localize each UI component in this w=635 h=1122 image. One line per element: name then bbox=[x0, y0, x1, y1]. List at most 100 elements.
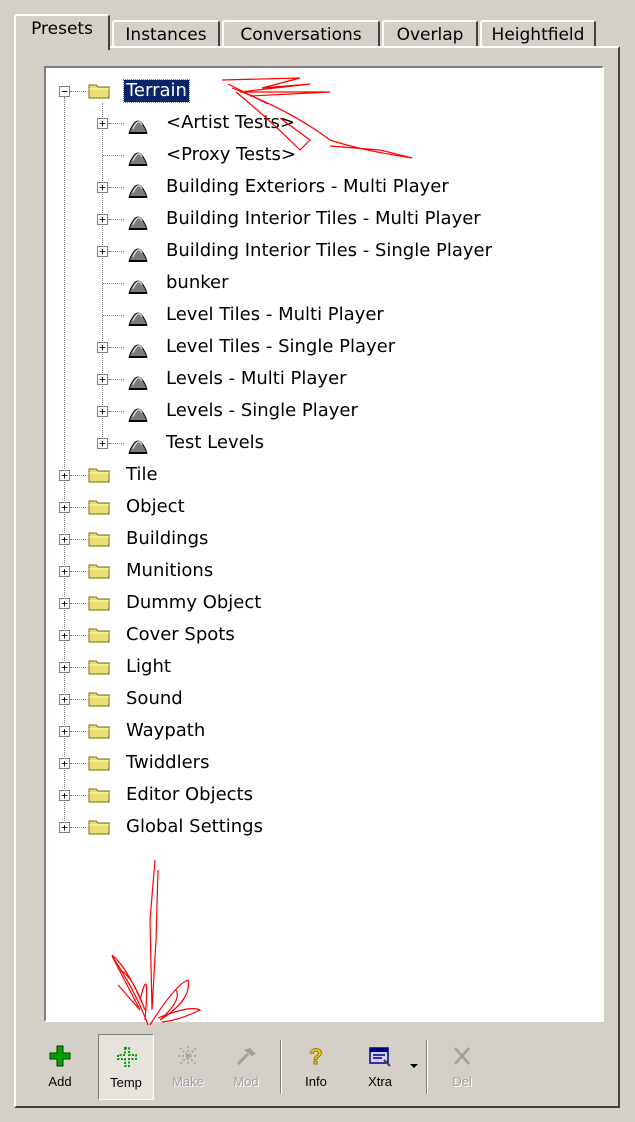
tree-line bbox=[70, 667, 86, 668]
xtra-button[interactable]: Xtra bbox=[356, 1034, 404, 1100]
tree-item-label: Object bbox=[126, 496, 185, 517]
expand-icon[interactable]: + bbox=[59, 758, 70, 769]
expand-icon[interactable]: + bbox=[97, 438, 108, 449]
collapse-icon[interactable]: − bbox=[59, 86, 70, 97]
info-icon: ? bbox=[309, 1044, 323, 1068]
folder-icon bbox=[88, 692, 110, 707]
tree-item-preset[interactable]: Level Tiles - Multi Player bbox=[46, 300, 562, 331]
tab-label: Overlap bbox=[396, 25, 464, 45]
expand-icon[interactable]: + bbox=[59, 534, 70, 545]
tab-conversations[interactable]: Conversations bbox=[222, 20, 380, 48]
tree-item-preset[interactable]: + Level Tiles - Single Player bbox=[46, 332, 562, 363]
expand-icon[interactable]: + bbox=[97, 182, 108, 193]
tree-item-label: Level Tiles - Multi Player bbox=[166, 304, 384, 325]
tree-line bbox=[108, 251, 124, 252]
tab-label: Heightfield bbox=[491, 25, 585, 45]
xtra-icon bbox=[369, 1047, 391, 1067]
tree-item-preset[interactable]: + Test Levels bbox=[46, 428, 562, 459]
tree-item-cover-spots[interactable]: + Cover Spots bbox=[46, 620, 562, 651]
folder-icon bbox=[88, 500, 110, 515]
toolbar-separator bbox=[426, 1040, 428, 1094]
expand-icon[interactable]: + bbox=[97, 374, 108, 385]
expand-icon[interactable]: + bbox=[59, 598, 70, 609]
tree-line bbox=[70, 603, 86, 604]
tab-instances[interactable]: Instances bbox=[112, 20, 220, 48]
expand-icon[interactable]: + bbox=[59, 694, 70, 705]
tree-line bbox=[108, 123, 124, 124]
tree-item-label: <Proxy Tests> bbox=[166, 144, 297, 165]
tree-line bbox=[70, 571, 86, 572]
tree-item-label: Levels - Multi Player bbox=[166, 368, 347, 389]
terrain-preset-icon bbox=[128, 280, 148, 294]
expand-icon[interactable]: + bbox=[59, 822, 70, 833]
expand-icon[interactable]: + bbox=[97, 406, 108, 417]
tab-overlap[interactable]: Overlap bbox=[382, 20, 478, 48]
tree-item-label: Munitions bbox=[126, 560, 214, 581]
mod-button[interactable]: Mod bbox=[222, 1034, 270, 1100]
tree-line bbox=[70, 827, 86, 828]
tree-line bbox=[70, 635, 86, 636]
delete-button[interactable]: Del bbox=[438, 1034, 486, 1100]
temp-button[interactable]: Temp bbox=[98, 1034, 154, 1100]
expand-icon[interactable]: + bbox=[97, 246, 108, 257]
tab-heightfield[interactable]: Heightfield bbox=[480, 20, 596, 48]
tree-item-label: Dummy Object bbox=[126, 592, 262, 613]
tree-item-preset[interactable]: + <Artist Tests> bbox=[46, 108, 562, 139]
tree-line bbox=[103, 155, 124, 156]
tree-item-tile[interactable]: + Tile bbox=[46, 460, 562, 491]
terrain-preset-icon bbox=[128, 216, 148, 230]
tree-item-dummy-object[interactable]: + Dummy Object bbox=[46, 588, 562, 619]
tree-item-label: Building Interior Tiles - Multi Player bbox=[166, 208, 481, 229]
tree-line bbox=[108, 379, 124, 380]
terrain-preset-icon bbox=[128, 440, 148, 454]
tree-item-preset[interactable]: + Levels - Multi Player bbox=[46, 364, 562, 395]
expand-icon[interactable]: + bbox=[97, 214, 108, 225]
tree-item-preset[interactable]: + Building Interior Tiles - Multi Player bbox=[46, 204, 562, 235]
expand-icon[interactable]: + bbox=[97, 342, 108, 353]
tree-item-preset[interactable]: + Levels - Single Player bbox=[46, 396, 562, 427]
expand-icon[interactable]: + bbox=[59, 470, 70, 481]
delete-button-label: Del bbox=[452, 1074, 472, 1089]
tree-item-label: Test Levels bbox=[166, 432, 265, 453]
tree-item-label: Building Exteriors - Multi Player bbox=[166, 176, 449, 197]
add-button-label: Add bbox=[48, 1074, 72, 1089]
terrain-preset-icon bbox=[128, 312, 148, 326]
folder-icon bbox=[88, 628, 110, 643]
expand-icon[interactable]: + bbox=[97, 118, 108, 129]
expand-icon[interactable]: + bbox=[59, 790, 70, 801]
preset-tree[interactable]: − Terrain + <Artist Tests> <Proxy Tests>… bbox=[44, 66, 604, 1022]
expand-icon[interactable]: + bbox=[59, 726, 70, 737]
terrain-preset-icon bbox=[128, 344, 148, 358]
tree-item-terrain[interactable]: − Terrain bbox=[46, 76, 562, 107]
preset-toolbar: Add Temp Make Mod ? Info Xtra Del bbox=[36, 1034, 596, 1104]
tree-item-twiddlers[interactable]: + Twiddlers bbox=[46, 748, 562, 779]
expand-icon[interactable]: + bbox=[59, 566, 70, 577]
tree-item-preset[interactable]: + Building Exteriors - Multi Player bbox=[46, 172, 562, 203]
expand-icon[interactable]: + bbox=[59, 502, 70, 513]
xtra-button-label: Xtra bbox=[368, 1074, 392, 1089]
tree-item-editor-objects[interactable]: + Editor Objects bbox=[46, 780, 562, 811]
tree-item-preset[interactable]: bunker bbox=[46, 268, 562, 299]
folder-icon bbox=[88, 596, 110, 611]
add-button[interactable]: Add bbox=[36, 1034, 84, 1100]
tree-item-munitions[interactable]: + Munitions bbox=[46, 556, 562, 587]
expand-icon[interactable]: + bbox=[59, 662, 70, 673]
tree-item-waypath[interactable]: + Waypath bbox=[46, 716, 562, 747]
tree-item-label: Level Tiles - Single Player bbox=[166, 336, 396, 357]
expand-icon[interactable]: + bbox=[59, 630, 70, 641]
make-button[interactable]: Make bbox=[164, 1034, 212, 1100]
tree-item-preset[interactable]: + Building Interior Tiles - Single Playe… bbox=[46, 236, 562, 267]
tree-item-light[interactable]: + Light bbox=[46, 652, 562, 683]
folder-icon bbox=[88, 468, 110, 483]
tree-item-global-settings[interactable]: + Global Settings bbox=[46, 812, 562, 843]
terrain-preset-icon bbox=[128, 184, 148, 198]
tree-line bbox=[108, 347, 124, 348]
folder-icon bbox=[88, 820, 110, 835]
info-button[interactable]: ? Info bbox=[292, 1034, 340, 1100]
chevron-down-icon[interactable] bbox=[410, 1064, 418, 1068]
tree-item-sound[interactable]: + Sound bbox=[46, 684, 562, 715]
tree-item-buildings[interactable]: + Buildings bbox=[46, 524, 562, 555]
tree-item-object[interactable]: + Object bbox=[46, 492, 562, 523]
tab-presets[interactable]: Presets bbox=[14, 14, 110, 50]
tree-item-preset[interactable]: <Proxy Tests> bbox=[46, 140, 562, 171]
